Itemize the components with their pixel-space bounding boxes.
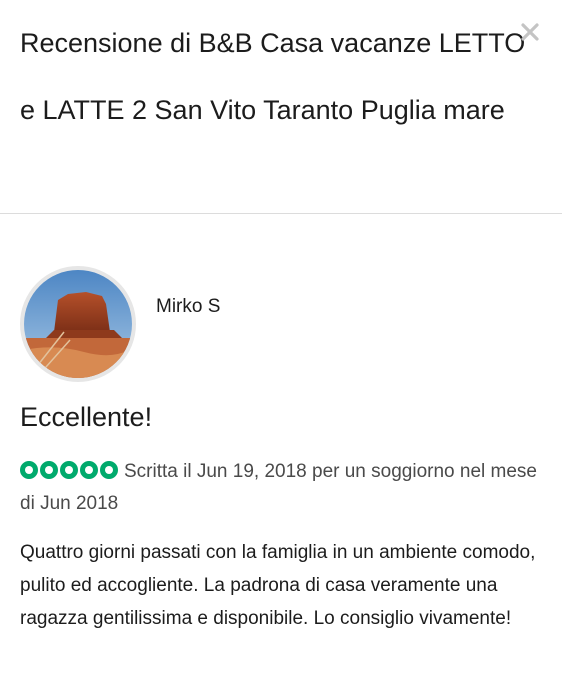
review-header: Recensione di B&B Casa vacanze LETTO e L… — [0, 0, 562, 214]
rating-bubble-icon — [20, 461, 38, 479]
review-title: Eccellente! — [20, 402, 153, 432]
rating-row: Scritta il Jun 19, 2018 per un soggiorno… — [20, 456, 550, 520]
rating-bubble-icon — [100, 461, 118, 479]
rating-bubble-icon — [40, 461, 58, 479]
rating-bubble-icon — [60, 461, 78, 479]
review-text: Quattro giorni passati con la famiglia i… — [20, 542, 536, 629]
rating-bubble-icon — [80, 461, 98, 479]
avatar-photo — [24, 270, 132, 378]
close-icon — [521, 23, 539, 41]
avatar[interactable] — [20, 266, 136, 382]
page-title: Recensione di B&B Casa vacanze LETTO e L… — [20, 28, 526, 125]
rating-bubbles — [20, 461, 118, 479]
close-button[interactable] — [518, 20, 542, 44]
reviewer-name[interactable]: Mirko S — [156, 296, 220, 318]
